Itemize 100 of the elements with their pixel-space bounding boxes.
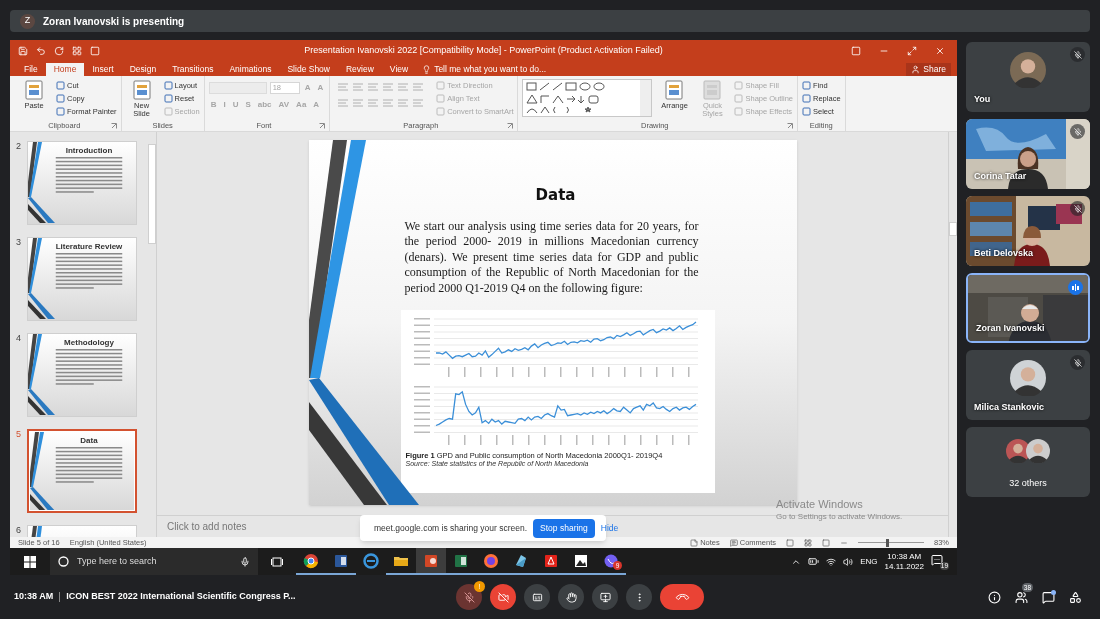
taskbar-search-field[interactable]: Type here to search — [50, 548, 258, 575]
dialog-launcher-icon[interactable] — [507, 123, 514, 129]
raise-hand-button[interactable] — [558, 584, 584, 610]
zoom-slider-thumb[interactable] — [885, 538, 889, 547]
slide-number: 3 — [16, 237, 22, 249]
ribbon-tab[interactable]: View — [381, 63, 417, 76]
presentation-app-icon — [423, 552, 439, 569]
participant-tile[interactable]: 32 others — [966, 427, 1090, 497]
globe-icon — [363, 552, 379, 569]
save-icon[interactable] — [18, 46, 28, 56]
more-options-button[interactable] — [626, 584, 652, 610]
camera-button[interactable] — [490, 584, 516, 610]
tool-icon — [23, 79, 45, 101]
input-language[interactable]: ENG — [860, 555, 878, 568]
ribbon-tab[interactable]: Design — [121, 63, 165, 76]
share-notice-text: meet.google.com is sharing your screen. — [374, 521, 528, 535]
camera-off-icon — [497, 591, 509, 603]
browser-icon — [483, 552, 499, 569]
microphone-icon[interactable] — [240, 556, 250, 567]
battery-icon[interactable] — [808, 556, 820, 567]
scrollbar-thumb[interactable] — [949, 222, 957, 236]
slide-thumbnail[interactable]: Literature Review — [27, 237, 137, 321]
comment-icon — [729, 538, 738, 547]
toolbar-icon[interactable] — [90, 46, 100, 56]
ribbon-tab[interactable]: File — [16, 63, 46, 76]
chat-icon[interactable] — [1042, 590, 1055, 604]
participant-name: You — [974, 92, 991, 106]
share-button[interactable]: Share — [906, 63, 951, 76]
slide-thumbnail[interactable]: Methodology — [27, 333, 137, 417]
ribbon-tab[interactable]: Home — [45, 63, 85, 76]
ribbon-tab[interactable]: Animations — [221, 63, 280, 76]
ribbon-tab[interactable]: Review — [338, 63, 382, 76]
network-icon[interactable] — [826, 556, 837, 567]
leave-call-button[interactable] — [660, 584, 704, 610]
dialog-launcher-icon[interactable] — [787, 123, 794, 129]
maximize-icon[interactable] — [907, 46, 917, 56]
thumbnail-text-drawing — [54, 157, 124, 195]
windows-start-icon[interactable] — [24, 555, 36, 568]
window-title: Presentation Ivanovski 2022 [Compatibility Mode] - PowerPoint (Product Activation Failed) — [303, 44, 664, 58]
info-icon[interactable] — [988, 590, 1001, 604]
tell-me-field[interactable]: Tell me what you want to do... — [434, 63, 547, 76]
slide-thumbnail[interactable]: Data — [27, 429, 137, 513]
clock-time: 10:38 AM — [887, 551, 922, 562]
dialog-launcher-icon[interactable] — [319, 123, 326, 129]
redo-icon[interactable] — [54, 46, 64, 56]
mic-off-icon — [463, 591, 475, 603]
toolbar-icon[interactable] — [72, 46, 82, 56]
clock-date: 14.11.2022 — [884, 561, 924, 572]
slide-thumbnail[interactable]: Introduction — [27, 141, 137, 225]
notes-placeholder[interactable]: Click to add notes — [167, 519, 247, 534]
slide-number: 5 — [16, 429, 22, 441]
thumbnail-title: Methodology — [64, 338, 114, 347]
activation-notice-text: Go to Settings to activate Windows. — [776, 511, 903, 522]
stop-sharing-button[interactable]: Stop sharing — [533, 518, 595, 538]
hide-button[interactable]: Hide — [600, 521, 619, 535]
zoom-slider[interactable] — [858, 538, 924, 547]
app-icon — [513, 552, 529, 569]
slide-body-text: We start our analysis using time series data for 20 years, for the period 2000- 2019 in millions Macedonian currency (denars). We present time series data for GDP and public consumption of the Republic of North Macedonian for the period 2000 Q1-2019 Q4 on the following figure: — [404, 218, 699, 297]
shape-gallery-drawing[interactable] — [522, 79, 653, 117]
captions-button[interactable] — [524, 584, 550, 610]
participant-tile[interactable]: Beti Delovska — [966, 196, 1090, 266]
pdf-icon — [543, 552, 559, 569]
tool-icon — [663, 79, 686, 101]
activities-icon[interactable] — [1069, 590, 1082, 604]
avatar — [1026, 439, 1050, 463]
ribbon-tab[interactable]: Slide Show — [279, 63, 338, 76]
avatar — [1010, 360, 1046, 396]
slide-title: Data — [535, 185, 576, 206]
ribbon-tab[interactable]: Insert — [84, 63, 122, 76]
close-icon[interactable] — [935, 46, 945, 56]
ribbon-display-icon[interactable] — [851, 46, 861, 56]
sorter-view-icon[interactable] — [804, 538, 812, 547]
participant-tile[interactable]: You — [966, 42, 1090, 112]
presenter-status: Zoran Ivanovski is presenting — [43, 14, 185, 29]
action-center-icon[interactable] — [931, 553, 943, 566]
undo-icon[interactable] — [36, 46, 46, 56]
task-view-icon[interactable] — [271, 556, 283, 567]
notes-icon — [690, 538, 699, 547]
participant-tile[interactable]: Milica Stankovic — [966, 350, 1090, 420]
browser-icon — [303, 552, 319, 569]
participant-name: Milica Stankovic — [974, 400, 1045, 414]
meeting-title: ICON BEST 2022 International Scientific Congress P... — [66, 590, 296, 604]
participant-tile[interactable]: Zoran Ivanovski — [966, 273, 1090, 343]
thumbnail-title: Data — [80, 436, 98, 445]
spreadsheet-app-icon — [453, 552, 469, 569]
ribbon-tab[interactable]: Transitions — [164, 63, 222, 76]
captions-icon — [531, 591, 543, 603]
tool-icon — [701, 79, 724, 101]
dialog-launcher-icon[interactable] — [110, 123, 117, 129]
avatar — [1006, 439, 1030, 463]
scrollbar-thumb[interactable] — [148, 144, 156, 244]
participant-name: Zoran Ivanovski — [976, 321, 1045, 335]
meeting-time: 10:38 AM — [14, 590, 54, 604]
activation-notice-title: Activate Windows — [776, 498, 864, 511]
person-icon — [911, 65, 921, 74]
slide-number: 4 — [16, 333, 22, 345]
people-icon[interactable] — [1015, 590, 1028, 604]
present-button[interactable] — [592, 584, 618, 610]
taskbar-app[interactable] — [416, 548, 446, 575]
volume-icon[interactable] — [843, 556, 854, 567]
